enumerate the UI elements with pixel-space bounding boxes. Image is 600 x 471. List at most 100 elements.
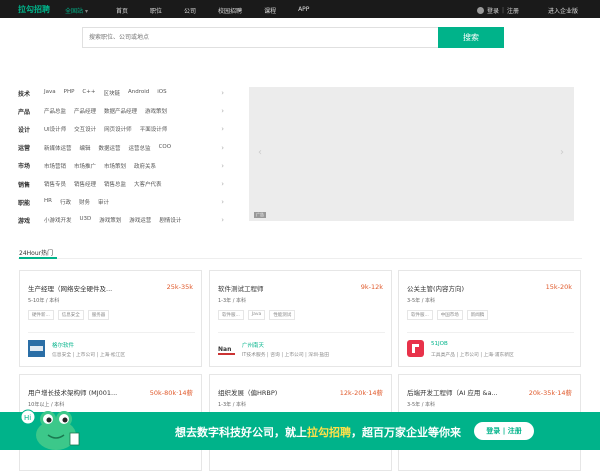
chevron-right-icon: ›: [221, 89, 224, 97]
promo-banner: 想去数字科技好公司，就上拉勾招聘，超百万家企业等你来 登录 | 注册: [0, 412, 600, 450]
category-item[interactable]: 区块链: [103, 89, 120, 97]
user-icon: [477, 7, 484, 14]
category-item[interactable]: 政府关系: [134, 162, 156, 170]
nav-item-campus[interactable]: 校园招聘: [218, 6, 242, 15]
category-item[interactable]: 游戏策划: [145, 107, 167, 115]
job-salary: 15k-20k: [545, 283, 572, 291]
job-title[interactable]: 公关主管(内容方向): [407, 283, 517, 293]
category-item[interactable]: 网页设计师: [104, 125, 132, 133]
category-row-marketing[interactable]: 市场 市场营销 市场推广 市场策划 政府关系 ›: [18, 157, 228, 175]
category-row-sales[interactable]: 销售 销售专员 销售经理 销售总监 大客户代表 ›: [18, 175, 228, 193]
category-item[interactable]: 财务: [79, 198, 90, 206]
search-button[interactable]: 搜索: [438, 27, 504, 48]
category-item[interactable]: 交互设计: [74, 125, 96, 133]
site-logo[interactable]: 拉勾招聘: [18, 4, 50, 15]
category-item[interactable]: U3D: [80, 216, 92, 224]
category-row-design[interactable]: 设计 UI设计师 交互设计 网页设计师 平面设计师 ›: [18, 120, 228, 138]
category-item[interactable]: 运营总监: [129, 144, 151, 152]
category-item[interactable]: 销售专员: [44, 180, 66, 188]
category-item[interactable]: 小游戏开发: [44, 216, 72, 224]
city-selector[interactable]: 全国站 ▾: [65, 6, 88, 15]
nav-item-courses[interactable]: 课程: [264, 6, 276, 15]
job-card[interactable]: 公关主管(内容方向) 15k-20k 3-5年 / 本科 软件服... 中国市场…: [398, 270, 581, 367]
job-salary: 50k-80k·14薪: [149, 389, 193, 397]
category-item[interactable]: 产品总监: [44, 107, 66, 115]
job-tag: 软件服...: [218, 310, 244, 320]
category-item[interactable]: Java: [44, 89, 56, 97]
category-item[interactable]: 游戏运营: [129, 216, 151, 224]
job-title[interactable]: 生产经理（网络安全硬件及...: [28, 283, 138, 293]
category-item[interactable]: 行政: [60, 198, 71, 206]
job-requirements: 5-10年 / 本科: [28, 298, 60, 304]
category-item[interactable]: COO: [159, 144, 172, 152]
job-title[interactable]: 组织发展（偏HRBP): [218, 387, 328, 397]
category-item[interactable]: iOS: [157, 89, 166, 97]
job-tag: 硬件新...: [28, 310, 54, 320]
login-register-button[interactable]: 登录 | 注册: [474, 422, 534, 440]
chevron-right-icon: ›: [221, 107, 224, 116]
company-name[interactable]: 格尔软件: [52, 341, 74, 349]
chevron-right-icon: ›: [221, 125, 224, 134]
category-item[interactable]: 数据运营: [99, 144, 121, 152]
category-name: 技术: [18, 90, 31, 98]
company-info: 工具类产品 | 上市公司 | 上海·浦东新区: [431, 353, 514, 358]
category-item[interactable]: 销售经理: [74, 180, 96, 188]
chevron-right-icon: ›: [221, 179, 224, 188]
login-link[interactable]: 登录: [487, 6, 499, 15]
nav-item-jobs[interactable]: 职位: [150, 6, 162, 15]
search-input[interactable]: [83, 28, 437, 47]
nav-item-home[interactable]: 首页: [116, 6, 128, 15]
job-salary: 12k-20k·14薪: [339, 389, 383, 397]
company-logo[interactable]: [28, 340, 45, 357]
category-item[interactable]: 新媒体运营: [44, 144, 72, 152]
category-item[interactable]: 游戏策划: [99, 216, 121, 224]
nav-item-app[interactable]: APP: [298, 6, 309, 15]
category-item[interactable]: 剧情设计: [159, 216, 181, 224]
category-item[interactable]: 平面设计师: [140, 125, 168, 133]
search-bar: 搜索: [82, 27, 504, 48]
category-row-operations[interactable]: 运营 新媒体运营 编辑 数据运营 运营总监 COO ›: [18, 139, 228, 157]
category-item[interactable]: 销售总监: [104, 180, 126, 188]
category-name: 游戏: [18, 217, 31, 225]
category-row-product[interactable]: 产品 产品总监 产品经理 数据产品经理 游戏策划 ›: [18, 102, 228, 120]
category-item[interactable]: 审计: [98, 198, 109, 206]
chevron-right-icon[interactable]: ›: [560, 147, 564, 158]
chevron-right-icon: ›: [221, 143, 224, 152]
category-item[interactable]: 数据产品经理: [104, 107, 137, 115]
company-logo[interactable]: Nan: [218, 340, 235, 357]
carousel-banner[interactable]: ‹ › 广告: [249, 87, 574, 221]
category-item[interactable]: 市场推广: [74, 162, 96, 170]
job-card[interactable]: 软件测试工程师 9k-12k 1-3年 / 本科 软件服... Java 性能测…: [209, 270, 392, 367]
category-item[interactable]: C++: [82, 89, 95, 97]
job-requirements: 3-5年 / 本科: [407, 402, 436, 408]
enterprise-link[interactable]: 进入企业版: [548, 6, 578, 15]
category-item[interactable]: PHP: [64, 89, 75, 97]
company-name[interactable]: 51JOB: [431, 341, 448, 347]
tab-24hour-hot[interactable]: 24Hour热门: [19, 248, 53, 257]
category-item[interactable]: 产品经理: [74, 107, 96, 115]
nav-item-companies[interactable]: 公司: [184, 6, 196, 15]
category-name: 市场: [18, 163, 31, 171]
category-row-tech[interactable]: 技术 Java PHP C++ 区块链 Android iOS ›: [18, 84, 228, 102]
category-item[interactable]: 大客户代表: [134, 180, 162, 188]
chevron-left-icon[interactable]: ‹: [258, 147, 262, 158]
job-requirements: 1-3年 / 本科: [218, 298, 247, 304]
job-salary: 9k-12k: [360, 283, 383, 291]
category-item[interactable]: 市场策划: [104, 162, 126, 170]
job-title[interactable]: 后端开发工程师（AI 应用 &a...: [407, 387, 517, 397]
category-row-games[interactable]: 游戏 小游戏开发 U3D 游戏策划 游戏运营 剧情设计 ›: [18, 211, 228, 229]
category-item[interactable]: UI设计师: [44, 125, 66, 133]
category-item[interactable]: 编辑: [80, 144, 91, 152]
divider: [218, 332, 385, 333]
company-logo[interactable]: [407, 340, 424, 357]
category-item[interactable]: Android: [128, 89, 149, 97]
company-name[interactable]: 广州南天: [242, 341, 264, 349]
category-row-functions[interactable]: 职能 HR 行政 财务 审计 ›: [18, 193, 228, 211]
category-item[interactable]: 市场营销: [44, 162, 66, 170]
job-tag: 服务器: [87, 310, 110, 320]
divider: [407, 332, 574, 333]
category-item[interactable]: HR: [44, 198, 52, 206]
job-card[interactable]: 生产经理（网络安全硬件及... 25k-35k 5-10年 / 本科 硬件新..…: [19, 270, 202, 367]
register-link[interactable]: 注册: [507, 6, 519, 15]
job-title[interactable]: 软件测试工程师: [218, 283, 328, 293]
